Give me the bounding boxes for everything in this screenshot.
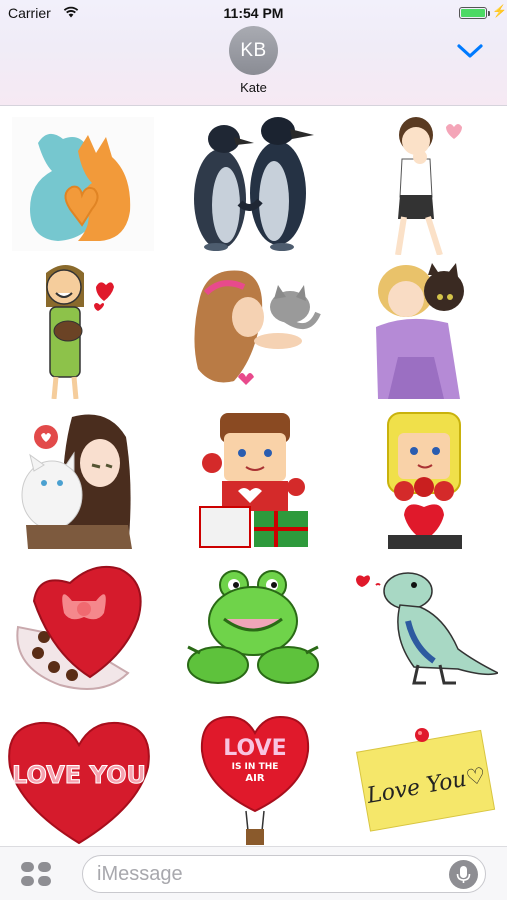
sticker-text-love-you: LOVE YOU: [12, 761, 146, 789]
sticker-love-is-in-the-air-balloon[interactable]: LOVE IS IN THE AIR: [180, 711, 330, 853]
sticker-boy-with-roses-and-gifts[interactable]: [178, 407, 328, 549]
sticker-girl-giggling[interactable]: [348, 113, 498, 255]
sticker-anime-girl-with-cat[interactable]: [8, 407, 158, 549]
sticker-love-you-heart[interactable]: LOVE YOU: [4, 707, 154, 849]
sticker-green-frog[interactable]: [178, 557, 328, 699]
status-time: 11:54 PM: [223, 5, 284, 21]
imessage-input[interactable]: [82, 855, 486, 893]
sticker-grid: LOVE YOU LOVE IS IN THE AIR Love You♡: [0, 107, 507, 850]
sticker-dinosaur-with-heart[interactable]: [348, 557, 498, 699]
status-bar: Carrier 11:54 PM ⚡: [0, 0, 507, 26]
conversation-header: Carrier 11:54 PM ⚡ KB Kate: [0, 0, 507, 106]
microphone-button[interactable]: [449, 860, 478, 889]
app-drawer-icon[interactable]: [20, 861, 52, 887]
chevron-down-icon[interactable]: [456, 40, 484, 62]
contact-name[interactable]: Kate: [0, 80, 507, 95]
sticker-girl-hugging-kitten[interactable]: [348, 257, 498, 399]
contact-avatar[interactable]: KB: [229, 26, 278, 75]
sticker-love-you-sticky-note[interactable]: Love You♡: [350, 711, 500, 853]
sticker-girl-kissing-kitten[interactable]: [178, 257, 328, 399]
balloon-line-2: IS IN THE: [232, 762, 279, 772]
message-input-bar: [0, 846, 507, 900]
sticker-cat-and-dog-heart[interactable]: [8, 113, 158, 255]
sticker-girl-with-puppy[interactable]: [8, 257, 158, 399]
balloon-line-3: AIR: [245, 773, 264, 784]
microphone-icon: [456, 866, 471, 883]
sticker-girl-with-roses-and-heart[interactable]: [348, 407, 498, 549]
sticker-heart-chocolate-box[interactable]: [8, 557, 158, 699]
battery-icon: [459, 7, 490, 19]
charging-icon: ⚡: [492, 4, 507, 18]
balloon-line-1: LOVE: [223, 736, 286, 761]
sticker-penguins-holding-hands[interactable]: [178, 113, 328, 255]
